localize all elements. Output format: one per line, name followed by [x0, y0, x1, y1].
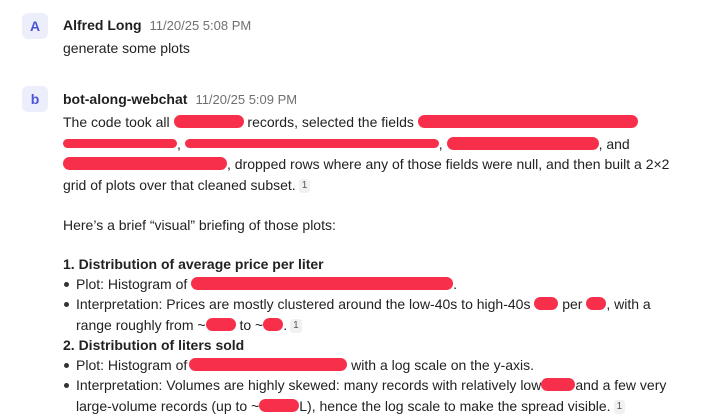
text: , — [438, 136, 443, 152]
section-heading: 2. Distribution of liters sold — [63, 337, 245, 353]
text: grid of plots over that cleaned subset. — [63, 177, 296, 193]
bullet-dot — [64, 282, 69, 287]
section-heading: 1. Distribution of average price per lit… — [63, 256, 324, 272]
redaction — [184, 139, 439, 148]
timestamp: 11/20/25 5:09 PM — [195, 92, 298, 107]
paragraph-line: The code took all records, selected the … — [63, 112, 638, 132]
redaction — [205, 318, 236, 331]
text: , with a — [606, 296, 651, 312]
text: large-volume records (up to ~ — [76, 398, 260, 414]
text: Interpretation: Volumes are highly skewe… — [76, 377, 542, 393]
text: with a log scale on the y-axis. — [351, 357, 535, 373]
text: . — [453, 276, 458, 292]
text: L), hence the log scale to make the spre… — [299, 398, 611, 414]
avatar: b — [22, 86, 48, 112]
bullet-dot — [64, 363, 69, 368]
text: , and — [598, 136, 630, 152]
paragraph-line: , dropped rows where any of those fields… — [63, 154, 669, 174]
text: Plot: Histogram of — [76, 357, 188, 373]
redaction — [586, 297, 607, 310]
bullet-item: Plot: Histogram of . — [76, 274, 457, 294]
timestamp: 11/20/25 5:08 PM — [149, 18, 252, 33]
text: to ~ — [239, 317, 264, 333]
redaction — [63, 139, 177, 148]
redaction — [173, 115, 244, 128]
message-header: Alfred Long 11/20/25 5:08 PM — [63, 17, 251, 35]
bullet-dot — [64, 302, 69, 307]
text: , — [177, 136, 181, 152]
redaction — [259, 399, 300, 412]
redaction — [417, 115, 638, 128]
text: records, selected the fields — [247, 114, 414, 130]
redaction — [263, 318, 284, 331]
bullet-dot — [64, 383, 69, 388]
bullet-item: Interpretation: Prices are mostly cluste… — [76, 294, 651, 314]
text: , dropped rows where any of those fields… — [227, 156, 670, 172]
paragraph-line: Here’s a brief “visual” briefing of thos… — [63, 217, 336, 233]
citation-badge[interactable]: 1 — [613, 400, 626, 414]
bullet-item: Interpretation: Volumes are highly skewe… — [76, 375, 666, 395]
text: . — [283, 317, 288, 333]
redaction — [534, 297, 559, 310]
author-name[interactable]: bot-along-webchat — [63, 91, 187, 107]
redaction — [63, 157, 227, 170]
message-text: generate some plots — [63, 40, 190, 56]
bullet-item-continued: large-volume records (up to ~ L), hence t… — [76, 396, 626, 416]
redaction — [191, 277, 454, 290]
paragraph-line: grid of plots over that cleaned subset. 1 — [63, 175, 311, 195]
text: and a few very — [575, 377, 667, 393]
redaction — [541, 378, 576, 391]
avatar: A — [22, 13, 48, 39]
citation-badge[interactable]: 1 — [290, 319, 302, 333]
paragraph-line: , , , and — [63, 134, 630, 154]
message-header: bot-along-webchat 11/20/25 5:09 PM — [63, 91, 297, 109]
text: Interpretation: Prices are mostly cluste… — [76, 296, 531, 312]
author-name[interactable]: Alfred Long — [63, 17, 142, 33]
citation-badge[interactable]: 1 — [298, 179, 311, 193]
redaction — [446, 137, 599, 150]
bullet-item: Plot: Histogram of with a log scale on t… — [76, 355, 534, 375]
text: The code took all — [63, 114, 170, 130]
bullet-item-continued: range roughly from ~ to ~. 1 — [76, 315, 302, 335]
redaction — [189, 358, 348, 371]
text: range roughly from ~ — [76, 317, 206, 333]
text: Plot: Histogram of — [76, 276, 188, 292]
text: per — [562, 296, 583, 312]
